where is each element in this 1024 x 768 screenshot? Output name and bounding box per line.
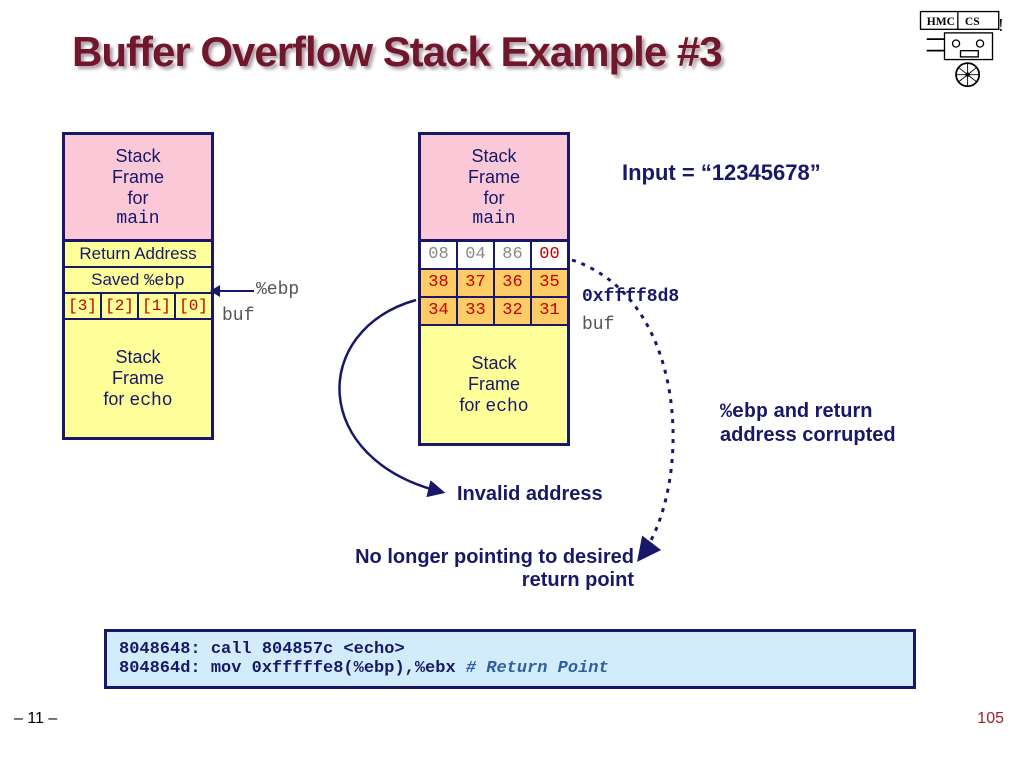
hmc-cs-logo: HMC CS ! [913,8,1008,88]
byte-cell: 00 [532,242,567,268]
frame-main: Stack Frame for main [418,132,570,242]
buf-cell: [0] [176,294,211,318]
byte-cell: 35 [532,270,567,296]
buf-cell: [3] [65,294,102,318]
frame-main: Stack Frame for main [62,132,214,242]
buf-cell: [2] [102,294,139,318]
page-number: 105 [977,710,1004,728]
text: Stack [471,353,516,374]
byte-row-return: 08 04 86 00 [418,242,570,270]
byte-row-saved: 38 37 36 35 [418,270,570,298]
text: Stack [471,146,516,167]
text: for echo [103,389,172,411]
frame-echo: Stack Frame for echo [62,320,214,440]
buf-label: buf [222,306,254,326]
byte-cell: 37 [458,270,495,296]
byte-cell: 33 [458,298,495,324]
invalid-arrow-icon [330,300,460,500]
buf-row: [3] [2] [1] [0] [62,294,214,320]
text: Stack [115,146,160,167]
nolonger-arrow-icon [572,260,712,570]
buf-cell: [1] [139,294,176,318]
byte-cell: 38 [421,270,458,296]
svg-text:!: ! [998,15,1004,35]
svg-text:HMC: HMC [927,16,955,28]
stack-frame-left: Stack Frame for main Return Address Save… [62,132,214,440]
text: for main [472,188,515,229]
text: Frame [112,368,164,389]
text: Stack [115,347,160,368]
nolonger-label: No longer pointing to desired return poi… [344,546,634,592]
input-label: Input = “12345678” [622,160,821,186]
code-line: 8048648: call 804857c <echo> [119,640,901,659]
corrupted-label: %ebp and return address corrupted [720,400,940,447]
saved-ebp-row: Saved %ebp [62,268,214,294]
text: for echo [459,395,528,417]
text: Frame [112,167,164,188]
text: Frame [468,374,520,395]
byte-cell: 08 [421,242,458,268]
text: for main [116,188,159,229]
byte-cell: 36 [495,270,532,296]
byte-cell: 32 [495,298,532,324]
text: Frame [468,167,520,188]
slide-title: Buffer Overflow Stack Example #3 [72,28,722,76]
page-ref: – 11 – [14,710,57,728]
svg-text:CS: CS [965,16,980,28]
byte-cell: 04 [458,242,495,268]
code-box: 8048648: call 804857c <echo> 804864d: mo… [104,629,916,689]
ebp-arrow-icon [218,290,254,292]
return-address-row: Return Address [62,242,214,268]
code-line: 804864d: mov 0xfffffe8(%ebp),%ebx # Retu… [119,659,901,678]
byte-cell: 86 [495,242,532,268]
byte-cell: 31 [532,298,567,324]
ebp-label: %ebp [256,280,299,300]
